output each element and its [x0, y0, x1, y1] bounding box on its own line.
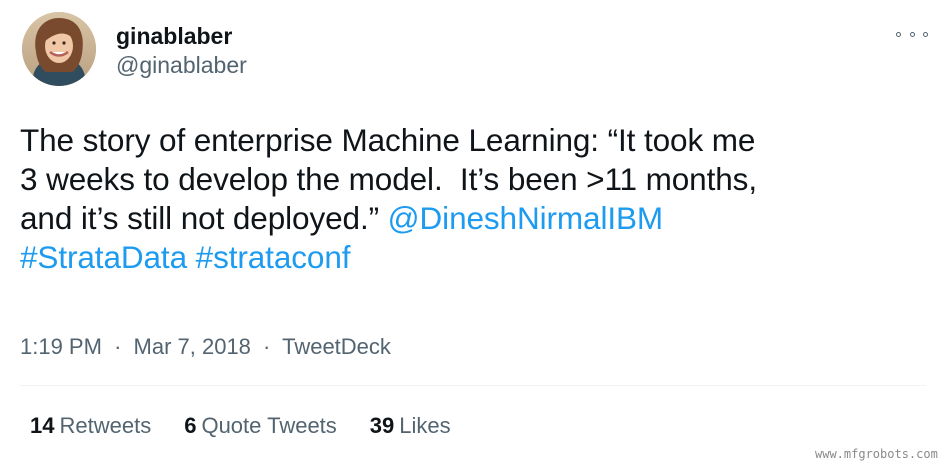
meta-separator: ·: [263, 334, 271, 359]
tweet-text-line: #StrataData #strataconf: [20, 238, 925, 277]
tweet-source[interactable]: TweetDeck: [282, 334, 391, 359]
author-info: ginablaber @ginablaber: [116, 22, 247, 79]
tweet-text: The story of enterprise Machine Learning…: [20, 121, 925, 277]
quote-tweets-label: Quote Tweets: [201, 413, 337, 438]
more-options-icon: [909, 31, 915, 37]
avatar-photo-icon: [22, 12, 96, 86]
author-avatar[interactable]: [22, 12, 96, 86]
quote-tweets-count: 6: [184, 413, 197, 438]
more-options-button[interactable]: [896, 26, 928, 42]
engagement-stats: 14 Retweets 6 Quote Tweets 39 Likes: [30, 412, 484, 440]
likes-stat[interactable]: 39 Likes: [370, 412, 451, 440]
tweet-text-fragment: and it’s still not deployed.”: [20, 200, 388, 236]
tweet-time[interactable]: 1:19 PM: [20, 334, 102, 359]
tweet-text-line: and it’s still not deployed.” @DineshNir…: [20, 199, 925, 238]
quote-tweets-stat[interactable]: 6 Quote Tweets: [184, 412, 337, 440]
more-options-icon: [923, 31, 928, 37]
retweets-label: Retweets: [59, 413, 152, 438]
tweet-text-line: The story of enterprise Machine Learning…: [20, 122, 756, 158]
retweets-count: 14: [30, 413, 55, 438]
mention-link[interactable]: @DineshNirmalIBM: [388, 200, 664, 236]
divider: [20, 385, 926, 386]
hashtag-link-stratadata[interactable]: #StrataData: [20, 239, 187, 275]
likes-label: Likes: [399, 413, 451, 438]
tweet-text-line: 3 weeks to develop the model. It’s been …: [20, 161, 757, 197]
author-display-name[interactable]: ginablaber: [116, 22, 247, 50]
tweet-card: ginablaber @ginablaber The story of ente…: [0, 0, 948, 466]
watermark: www.mfgrobots.com: [815, 447, 938, 461]
tweet-date[interactable]: Mar 7, 2018: [134, 334, 251, 359]
author-handle[interactable]: @ginablaber: [116, 51, 247, 79]
likes-count: 39: [369, 413, 395, 438]
tweet-metadata: 1:19 PM · Mar 7, 2018 · TweetDeck: [20, 333, 391, 361]
retweets-stat[interactable]: 14 Retweets: [30, 412, 151, 440]
hashtag-link-strataconf[interactable]: #strataconf: [196, 239, 351, 275]
more-options-icon: [896, 31, 901, 37]
meta-separator: ·: [114, 334, 122, 359]
